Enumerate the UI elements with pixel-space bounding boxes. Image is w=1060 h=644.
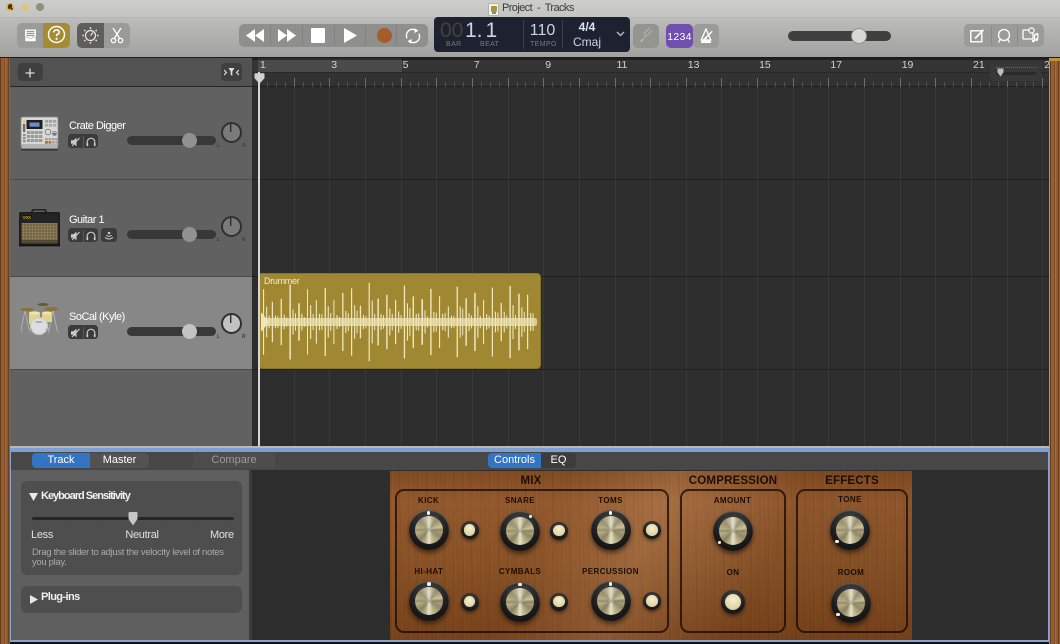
- svg-text:V0X: V0X: [23, 215, 32, 220]
